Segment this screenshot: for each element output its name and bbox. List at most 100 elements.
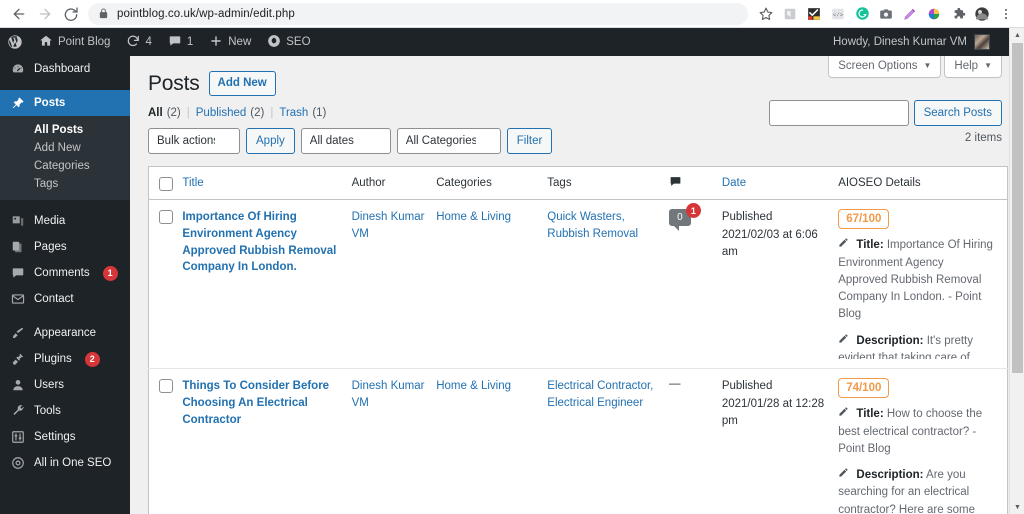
sidebar-item-contact[interactable]: Contact	[0, 286, 130, 312]
sidebar-item-posts[interactable]: Posts	[0, 90, 130, 116]
sidebar-item-tags[interactable]: Tags	[0, 175, 130, 193]
colorzilla-extension-icon[interactable]	[922, 2, 946, 26]
add-new-post-button[interactable]: Add New	[208, 71, 276, 97]
search-posts-button[interactable]: Search Posts	[913, 100, 1002, 126]
howdy-label: Howdy, Dinesh Kumar VM	[833, 36, 967, 48]
post-tags-link[interactable]: Electrical Contractor, Electrical Engine…	[547, 378, 661, 411]
adminbar-comments-menu[interactable]: 1	[160, 28, 201, 56]
wordpress-logo-icon[interactable]	[0, 28, 31, 56]
adminbar-comments-count: 1	[186, 36, 194, 48]
sidebar-item-comments[interactable]: Comments 1	[0, 260, 130, 286]
sidebar-item-pages[interactable]: Pages	[0, 234, 130, 260]
sidebar-item-label: Dashboard	[34, 63, 91, 75]
post-status-label: Published	[721, 380, 773, 393]
grammarly-extension-icon[interactable]	[850, 2, 874, 26]
post-tags-link[interactable]: Quick Wasters, Rubbish Removal	[547, 209, 661, 242]
category-filter-select[interactable]: All Categories	[396, 128, 501, 155]
row-aioseo-cell: 74/100 Title: How to choose the best ele…	[838, 368, 1008, 514]
post-category-link[interactable]: Home & Living	[436, 209, 539, 226]
comment-icon	[168, 34, 182, 51]
search-input[interactable]	[768, 100, 909, 126]
my-account-menu[interactable]: Howdy, Dinesh Kumar VM	[833, 28, 994, 56]
row-date-cell: Published 2021/02/03 at 6:06 am	[721, 199, 839, 370]
category-filter-wrap: All Categories	[396, 128, 501, 155]
filter-trash-link[interactable]: Trash	[279, 107, 308, 119]
site-name-menu[interactable]: Point Blog	[31, 28, 118, 56]
page-scrollbar[interactable]: ▲ ▼	[1009, 28, 1024, 514]
seo-description-line: Description: Are you searching for an el…	[838, 467, 993, 514]
filter-all-link[interactable]: All	[148, 107, 163, 119]
sidebar-item-appearance[interactable]: Appearance	[0, 320, 130, 346]
pencil-icon[interactable]	[838, 468, 852, 481]
address-bar[interactable]: pointblog.co.uk/wp-admin/edit.php	[88, 2, 748, 25]
post-author-link[interactable]: Dinesh Kumar VM	[352, 209, 429, 242]
sidebar-item-tools[interactable]: Tools	[0, 398, 130, 424]
plug-icon	[9, 352, 26, 366]
three-dot-menu-icon[interactable]	[994, 2, 1018, 26]
seo-description-label: Description:	[856, 469, 924, 482]
back-arrow-icon[interactable]	[6, 1, 32, 27]
sidebar-item-all-posts[interactable]: All Posts	[0, 121, 130, 139]
pencil-icon[interactable]	[838, 333, 852, 347]
pencil-icon[interactable]	[838, 407, 852, 420]
screenshot-extension-icon[interactable]	[874, 2, 898, 26]
column-header-date: Date	[721, 166, 839, 201]
post-title-link[interactable]: Importance Of Hiring Environment Agency …	[182, 209, 343, 276]
apply-button[interactable]: Apply	[246, 128, 295, 155]
pocket-extension-icon[interactable]	[778, 2, 802, 26]
puzzle-extensions-icon[interactable]	[946, 2, 970, 26]
adminbar-seo-menu[interactable]: SEO	[259, 28, 318, 56]
row-checkbox[interactable]	[159, 210, 173, 225]
forward-arrow-icon[interactable]	[32, 1, 58, 27]
aioseo-details-panel[interactable]: 67/100 Title: Importance Of Hiring Envir…	[838, 209, 999, 359]
row-categories-cell: Home & Living	[436, 368, 548, 514]
seo-title-line: Title: How to choose the best electrical…	[838, 406, 993, 458]
updates-count: 4	[145, 36, 152, 48]
grammar-check-extension-icon[interactable]	[802, 2, 826, 26]
reload-icon[interactable]	[58, 1, 84, 27]
seo-score-badge: 74/100	[838, 378, 890, 399]
comment-bubble[interactable]: 0 1	[668, 203, 701, 232]
filter-button[interactable]: Filter	[506, 128, 553, 155]
dashboard-icon	[9, 62, 26, 76]
sidebar-item-users[interactable]: Users	[0, 372, 130, 398]
sort-title-link[interactable]: Title	[182, 177, 203, 189]
sidebar-item-settings[interactable]: Settings	[0, 424, 130, 450]
scroll-down-arrow-icon[interactable]: ▼	[1010, 500, 1024, 514]
column-header-aioseo: AIOSEO Details	[838, 166, 1008, 201]
bulk-actions-select[interactable]: Bulk actions	[148, 128, 240, 155]
home-icon	[39, 34, 53, 51]
filter-published-link[interactable]: Published	[196, 107, 247, 119]
sidebar-item-all-in-one-seo[interactable]: All in One SEO	[0, 450, 130, 476]
sidebar-item-categories[interactable]: Categories	[0, 157, 130, 175]
scroll-up-arrow-icon[interactable]: ▲	[1010, 28, 1024, 42]
star-icon[interactable]	[754, 2, 778, 26]
row-checkbox[interactable]	[159, 379, 173, 394]
post-category-link[interactable]: Home & Living	[436, 378, 539, 395]
scrollbar-thumb[interactable]	[1012, 43, 1023, 373]
code-view-extension-icon[interactable]: </>	[826, 2, 850, 26]
highlighter-extension-icon[interactable]	[898, 2, 922, 26]
profile-avatar-icon[interactable]	[970, 2, 994, 26]
column-header-comments	[668, 166, 722, 201]
aioseo-details-panel[interactable]: 74/100 Title: How to choose the best ele…	[838, 378, 999, 514]
post-author-link[interactable]: Dinesh Kumar VM	[352, 378, 429, 411]
sidebar-item-media[interactable]: Media	[0, 208, 130, 234]
sidebar-item-add-new-post[interactable]: Add New	[0, 139, 130, 157]
pencil-icon[interactable]	[838, 238, 852, 251]
sidebar-item-dashboard[interactable]: Dashboard	[0, 56, 130, 82]
post-title-link[interactable]: Things To Consider Before Choosing An El…	[182, 378, 343, 428]
new-content-menu[interactable]: New	[201, 28, 259, 56]
menu-separator	[0, 82, 130, 90]
date-filter-select[interactable]: All dates	[300, 128, 391, 155]
sidebar-item-label: Comments	[34, 267, 90, 279]
bulk-actions-wrap: Bulk actions	[148, 128, 240, 155]
column-header-title: Title	[182, 166, 352, 201]
select-all-header	[148, 166, 183, 201]
posts-submenu: All Posts Add New Categories Tags	[0, 116, 130, 200]
sort-date-link[interactable]: Date	[722, 177, 746, 189]
updates-menu[interactable]: 4	[118, 28, 159, 56]
select-all-checkbox[interactable]	[159, 176, 173, 191]
posts-table-body: Importance Of Hiring Environment Agency …	[148, 199, 1008, 514]
sidebar-item-plugins[interactable]: Plugins 2	[0, 346, 130, 372]
